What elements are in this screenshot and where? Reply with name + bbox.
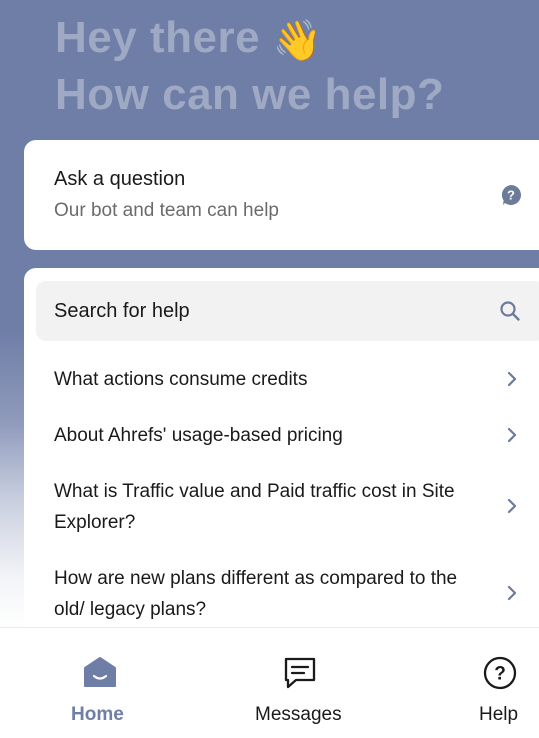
- greeting-line-2: How can we help?: [55, 70, 445, 119]
- nav-home-label: Home: [71, 704, 124, 725]
- article-item[interactable]: How are new plans different as compared …: [24, 563, 539, 633]
- search-icon: [500, 301, 520, 321]
- svg-text:?: ?: [494, 664, 506, 685]
- chevron-right-icon: [507, 585, 517, 601]
- svg-text:?: ?: [507, 188, 515, 203]
- ask-question-subtitle: Our bot and team can help: [54, 200, 279, 221]
- nav-help[interactable]: ? Help: [470, 628, 539, 738]
- chevron-right-icon: [507, 371, 517, 387]
- greeting-text: Hey there: [55, 13, 261, 62]
- search-help-field[interactable]: Search for help: [36, 281, 539, 341]
- help-articles-card: Search for help What actions consume cre…: [24, 268, 539, 638]
- nav-home[interactable]: Home: [60, 628, 140, 738]
- chevron-right-icon: [507, 498, 517, 514]
- bottom-navigation: Home Messages ? Help: [0, 627, 539, 738]
- article-item[interactable]: What is Traffic value and Paid traffic c…: [24, 476, 539, 546]
- question-bubble-icon: ?: [501, 185, 521, 205]
- nav-help-label: Help: [479, 704, 519, 725]
- article-title: About Ahrefs' usage-based pricing: [54, 425, 343, 446]
- help-icon: ?: [483, 656, 517, 690]
- search-help-label: Search for help: [54, 300, 190, 322]
- greeting-heading: Hey there 👋 How can we help?: [55, 10, 444, 123]
- ask-question-title: Ask a question: [54, 168, 186, 190]
- wave-emoji: 👋: [272, 19, 324, 63]
- messages-icon: [284, 657, 316, 689]
- article-title: What actions consume credits: [54, 369, 308, 390]
- nav-messages[interactable]: Messages: [250, 628, 350, 738]
- nav-messages-label: Messages: [255, 704, 342, 725]
- greeting-line-1: Hey there 👋: [55, 10, 444, 67]
- article-title: How are new plans different as compared …: [54, 568, 458, 620]
- ask-question-card[interactable]: Ask a question Our bot and team can help…: [24, 140, 539, 250]
- article-item[interactable]: About Ahrefs' usage-based pricing: [24, 420, 539, 460]
- chevron-right-icon: [507, 427, 517, 443]
- home-icon: [84, 657, 116, 687]
- article-item[interactable]: What actions consume credits: [24, 364, 539, 404]
- messenger-home: Hey there 👋 How can we help? Ask a quest…: [0, 0, 539, 738]
- article-title: What is Traffic value and Paid traffic c…: [54, 481, 455, 533]
